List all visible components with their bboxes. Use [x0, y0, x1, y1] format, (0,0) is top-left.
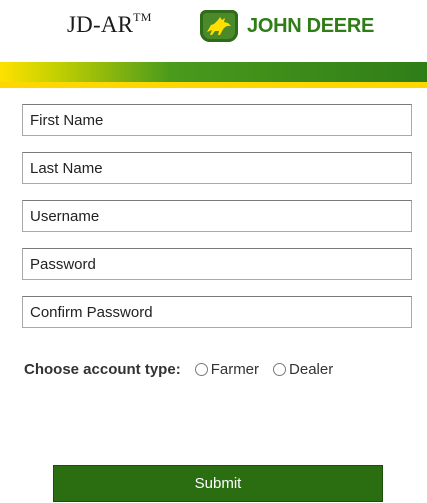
brand-name: JOHN DEERE [247, 14, 375, 37]
app-title: JD-ARTM [67, 10, 152, 38]
farmer-radio-label: Farmer [210, 361, 260, 378]
dealer-radio-label: Dealer [289, 361, 334, 378]
account-type-label: Choose account type: [24, 361, 181, 378]
app-title-text: JD-AR [67, 12, 134, 37]
signup-form [22, 104, 412, 344]
dealer-radio-button[interactable] [273, 363, 287, 376]
header-stripe [0, 62, 427, 88]
farmer-radio-button[interactable] [194, 363, 208, 376]
dealer-radio-option[interactable]: Dealer [273, 361, 333, 378]
deer-logo-icon [200, 10, 238, 42]
username-input[interactable] [22, 200, 412, 232]
account-type-group: Choose account type: Farmer Dealer [24, 361, 347, 378]
farmer-radio-option[interactable]: Farmer [194, 361, 260, 378]
confirm-password-input[interactable] [22, 296, 412, 328]
john-deere-logo: JOHN DEERE [200, 10, 374, 42]
last-name-input[interactable] [22, 152, 412, 184]
header: JD-ARTM JOHN DEERE [0, 0, 427, 62]
password-input[interactable] [22, 248, 412, 280]
trademark-mark: TM [133, 10, 152, 25]
first-name-input[interactable] [22, 104, 412, 136]
submit-button[interactable]: Submit [53, 465, 383, 502]
